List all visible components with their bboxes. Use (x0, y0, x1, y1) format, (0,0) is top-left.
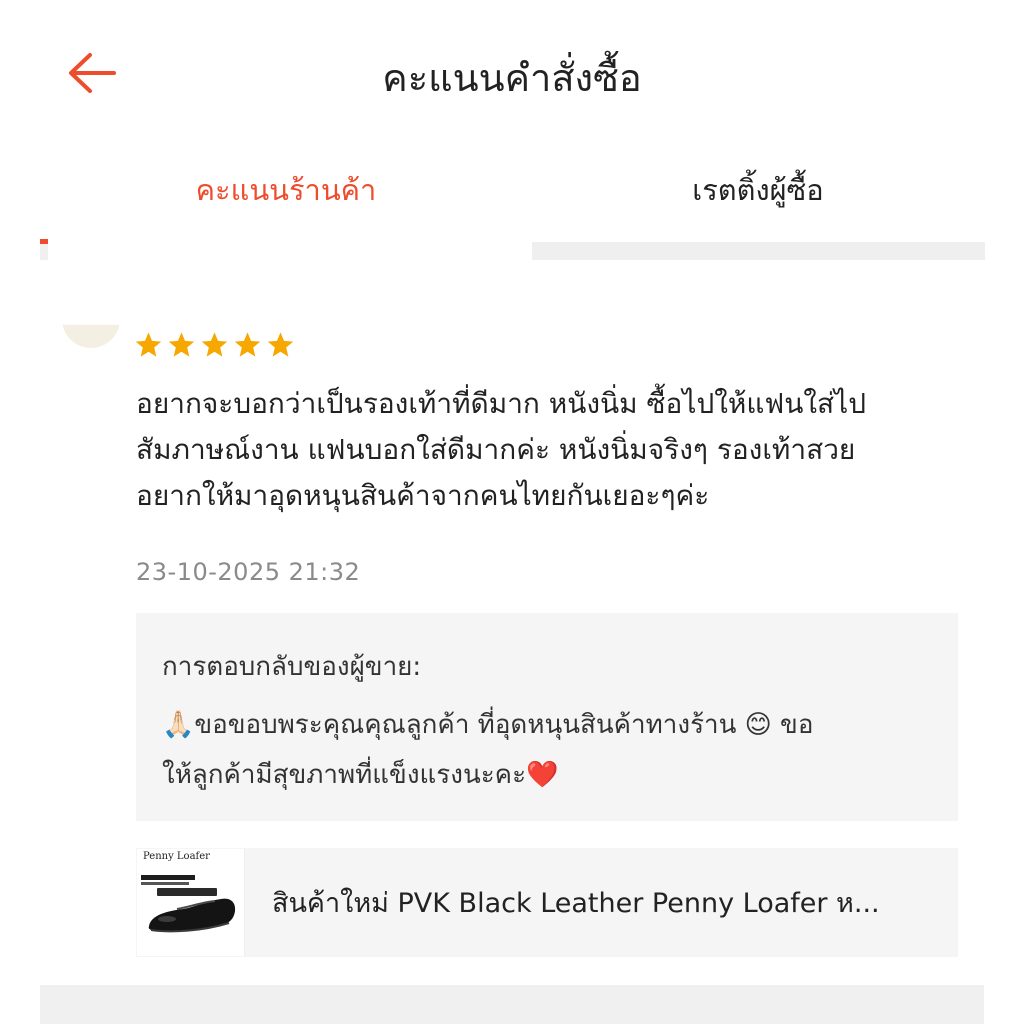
star-icon (267, 332, 294, 357)
tab-divider (40, 244, 48, 260)
star-rating (134, 330, 295, 364)
product-thumbnail (137, 849, 245, 956)
avatar (62, 324, 120, 348)
next-review-card (40, 985, 984, 1024)
seller-reply-text: 🙏🏻ขอขอบพระคุณคุณลูกค้า ที่อุดหนุนสินค้าท… (162, 710, 814, 790)
tab-buyer-rating[interactable]: เรตติ้งผู้ซื้อ (532, 165, 984, 215)
page-title: คะแนนคำสั่งซื้อ (382, 56, 642, 100)
tab-shop-rating[interactable]: คะแนนร้านค้า (40, 165, 532, 215)
tab-underline-track (532, 242, 985, 260)
review-text: อยากจะบอกว่าเป็นรองเท้าที่ดีมาก หนังนิ่ม… (136, 387, 866, 512)
loafer-shoe-icon (141, 875, 236, 933)
review-date: 23-10-2025 21:32 (136, 558, 361, 586)
seller-reply-title: การตอบกลับของผู้ขาย: (162, 652, 422, 682)
star-icon (234, 332, 261, 357)
star-icon (135, 332, 162, 357)
star-icon (168, 332, 195, 357)
star-icon (201, 332, 228, 357)
product-name[interactable]: สินค้าใหม่ PVK Black Leather Penny Loafe… (272, 882, 932, 926)
thumbnail-caption: Penny Loafer (143, 851, 210, 862)
